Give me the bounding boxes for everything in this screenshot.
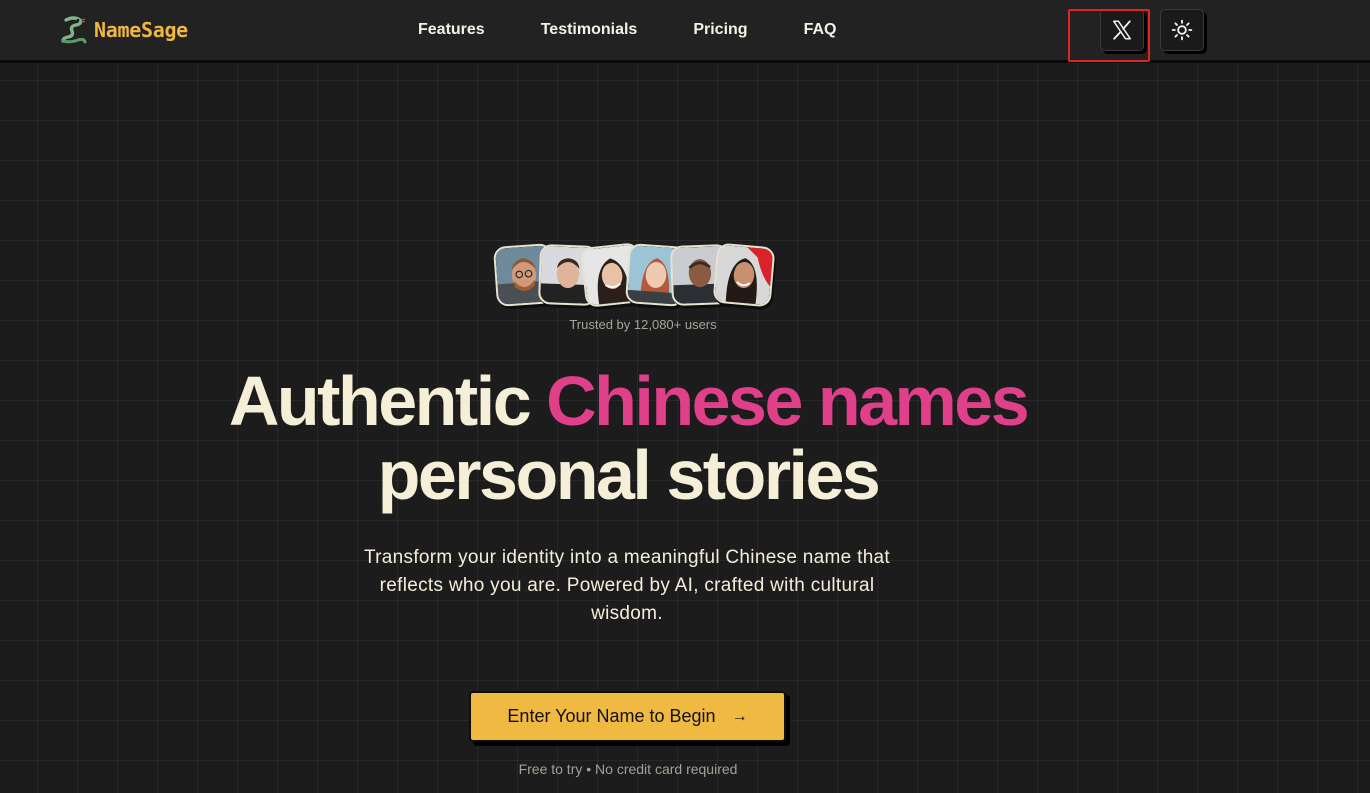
cta-label: Enter Your Name to Begin — [507, 706, 716, 726]
x-logo-icon — [1113, 20, 1131, 40]
nav-link-pricing[interactable]: Pricing — [693, 21, 747, 39]
headline-part1: Authentic — [228, 362, 547, 440]
hero-subtitle: Transform your identity into a meaningfu… — [363, 547, 891, 624]
sun-icon — [1171, 19, 1193, 41]
headline-line2: personal stories — [377, 436, 881, 514]
top-navbar: NameSage Features Testimonials Pricing F… — [0, 0, 1370, 63]
enter-name-cta-button[interactable]: Enter Your Name to Begin → — [469, 691, 786, 742]
trusted-count-text: Trusted by 12,080+ users — [569, 317, 717, 332]
landing-page: NameSage Features Testimonials Pricing F… — [0, 0, 1370, 793]
arrow-right-icon: → — [731, 707, 748, 725]
headline-accent: Chinese names — [546, 362, 1030, 440]
free-trial-note: Free to try • No credit card required — [518, 761, 738, 777]
theme-toggle-button[interactable] — [1160, 9, 1204, 51]
hero-headline: Authentic Chinese names personal stories — [0, 364, 1256, 512]
avatar — [712, 242, 776, 308]
nav-link-faq[interactable]: FAQ — [804, 21, 837, 39]
user-avatars — [492, 242, 780, 308]
nav-link-features[interactable]: Features — [418, 21, 485, 39]
nav-link-testimonials[interactable]: Testimonials — [541, 21, 638, 39]
brand-logo[interactable]: NameSage — [60, 14, 188, 46]
main-nav: Features Testimonials Pricing FAQ — [418, 0, 836, 60]
x-social-button[interactable] — [1100, 9, 1144, 51]
brand-name: NameSage — [94, 18, 188, 42]
snake-logo-icon — [61, 16, 87, 44]
